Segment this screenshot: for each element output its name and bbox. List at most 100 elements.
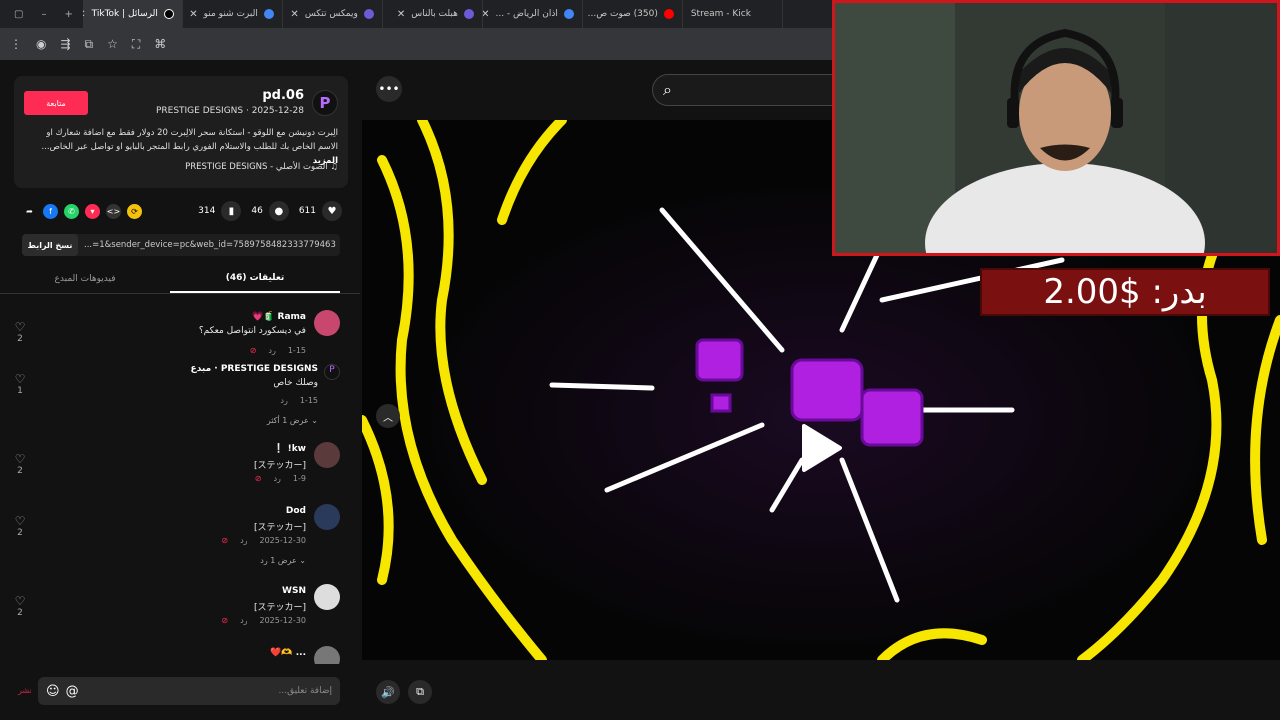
view-more-replies[interactable]: ⌄ عرض 1 أكثر: [267, 416, 318, 425]
comment-author[interactable]: Rama 🧃💗: [252, 312, 306, 322]
embed-icon[interactable]: <>: [106, 204, 121, 219]
post-comment-button[interactable]: نشر: [18, 686, 32, 695]
tab-title: Stream - Kick: [690, 9, 751, 19]
browser-tab[interactable]: Stream - Kick: [683, 0, 783, 28]
comment-like[interactable]: ♡ 1: [12, 372, 28, 396]
play-icon[interactable]: [792, 422, 844, 474]
avatar[interactable]: [314, 442, 340, 468]
copy-link-button[interactable]: نسخ الرابط: [22, 234, 78, 256]
more-options-icon[interactable]: •••: [376, 76, 402, 102]
comment-like-count: 2: [17, 466, 23, 476]
window-controls: ▢ – +: [0, 9, 83, 20]
comment-meta: 1-15 رد ⊘: [250, 346, 306, 355]
avatar[interactable]: [314, 310, 340, 336]
author-avatar[interactable]: P: [312, 90, 338, 116]
comment-author[interactable]: WSN: [282, 586, 306, 596]
music-info[interactable]: ♫ الصوت الأصلي - PRESTIGE DESIGNS: [185, 162, 338, 172]
comment-author[interactable]: kw! ❕: [273, 444, 306, 454]
comment-action[interactable]: ● 46: [251, 201, 289, 221]
browser-tab[interactable]: البرت شنو منو ✕: [183, 0, 283, 28]
close-icon[interactable]: ✕: [83, 9, 86, 20]
comment-like-count: 2: [17, 528, 23, 538]
reply-button[interactable]: رد: [240, 616, 247, 625]
close-icon[interactable]: ✕: [290, 9, 298, 20]
cast-icon[interactable]: ⇶: [60, 37, 70, 51]
tab-title: ويمكس تتكس: [304, 9, 358, 19]
search-icon[interactable]: ⌕: [663, 80, 672, 100]
browser-tab[interactable]: (350) صوت ص... ✕: [583, 0, 683, 28]
heart-outline-icon[interactable]: ♡: [12, 452, 28, 466]
volume-icon[interactable]: 🔊: [376, 680, 400, 704]
browser-tab-tiktok[interactable]: الرسائل | TikTok ✕: [82, 0, 183, 28]
view-more-replies[interactable]: ⌄ عرض 1 رد: [260, 556, 306, 565]
comment-author[interactable]: Dod: [286, 506, 306, 516]
heart-icon[interactable]: ♥: [322, 201, 342, 221]
profile-icon[interactable]: ◉: [36, 37, 46, 51]
comment-meta: 2025-12-30 رد ⊘: [221, 616, 306, 625]
translate-icon[interactable]: ⌘: [154, 37, 166, 51]
like-action[interactable]: ♥ 611: [299, 201, 342, 221]
new-tab-button[interactable]: +: [64, 9, 72, 20]
heart-outline-icon[interactable]: ♡: [12, 514, 28, 528]
comment-like-count: 2: [17, 334, 23, 344]
pip-icon[interactable]: ⧉: [408, 680, 432, 704]
browser-tab[interactable]: هبلت بالناس ✕: [383, 0, 483, 28]
heart-outline-icon[interactable]: ♡: [12, 320, 28, 334]
heart-outline-icon[interactable]: ♡: [12, 372, 28, 386]
comment-author[interactable]: ... 🫶❤️: [270, 648, 306, 658]
close-icon[interactable]: ✕: [483, 9, 490, 20]
post-actions: ♥ 611 ● 46 ▮ 314: [198, 201, 342, 221]
avatar[interactable]: [314, 646, 340, 664]
avatar[interactable]: [314, 584, 340, 610]
comment-date: 1-15: [299, 396, 318, 405]
extensions-icon[interactable]: ⧉: [85, 37, 94, 52]
menu-icon[interactable]: ⋮: [10, 37, 22, 51]
tab-title: اذان الرياض - ...: [495, 9, 558, 19]
bookmark-icon[interactable]: ▮: [221, 201, 242, 221]
comment-like[interactable]: ♡ 2: [12, 594, 28, 618]
reply-button[interactable]: رد: [273, 474, 280, 483]
comment-like[interactable]: ♡ 2: [12, 452, 28, 476]
comment-like[interactable]: ♡ 2: [12, 514, 28, 538]
whatsapp-icon[interactable]: ✆: [64, 204, 79, 219]
comment-input[interactable]: إضافة تعليق... ☺ @: [38, 677, 340, 705]
facebook-icon[interactable]: f: [43, 204, 58, 219]
restore-icon[interactable]: –: [41, 9, 46, 20]
comment-item: Rama 🧃💗 في ديسكورد انتواصل معكم؟ 1-15 رد…: [10, 310, 340, 360]
tiktok-share-icon[interactable]: ▾: [85, 204, 100, 219]
youtube-icon: [663, 9, 674, 19]
reply-button[interactable]: رد: [268, 346, 275, 355]
mention-icon[interactable]: @: [66, 684, 79, 699]
description-text: الِبرت دونيشن مع اللوقو - استكانة سحر ال…: [41, 128, 338, 152]
browser-tab[interactable]: اذان الرياض - ... ✕: [483, 0, 583, 28]
avatar[interactable]: P: [324, 364, 340, 380]
comment-icon[interactable]: ●: [268, 201, 289, 221]
reply-button[interactable]: رد: [280, 396, 287, 405]
comment-date: 2025-12-30: [259, 616, 307, 625]
comment-tabs: تعليقات (46) فيديوهات المبدع: [0, 264, 360, 294]
star-icon[interactable]: ☆: [107, 37, 118, 51]
share-arrow-icon[interactable]: ➦: [22, 204, 37, 219]
avatar[interactable]: [314, 504, 340, 530]
heart-outline-icon[interactable]: ♡: [12, 594, 28, 608]
minimize-icon[interactable]: ▢: [14, 9, 23, 20]
close-icon[interactable]: ✕: [397, 9, 405, 20]
screenshot-icon[interactable]: ⛶: [132, 37, 140, 52]
comment-text: في ديسكورد انتواصل معكم؟: [198, 326, 306, 336]
emoji-icon[interactable]: ☺: [46, 684, 60, 699]
browser-tab[interactable]: ويمكس تتكس ✕: [283, 0, 383, 28]
chevron-up-icon[interactable]: ︿: [376, 404, 400, 428]
follow-button[interactable]: متابعة: [24, 91, 88, 115]
comment-like[interactable]: ♡ 2: [12, 320, 28, 344]
save-action[interactable]: ▮ 314: [198, 201, 242, 221]
reply-button[interactable]: رد: [240, 536, 247, 545]
tab-comments[interactable]: تعليقات (46): [170, 264, 340, 293]
link-url[interactable]: ...=1&sender_device=pc&web_id=7589758482…: [78, 240, 340, 250]
video-controls: 🔊 ⧉: [362, 660, 1280, 720]
repost-icon[interactable]: ⟳: [127, 204, 142, 219]
close-icon[interactable]: ✕: [189, 9, 197, 20]
comment-author[interactable]: PRESTIGE DESIGNS · مبدع: [191, 364, 318, 374]
author-name[interactable]: pd.06: [262, 88, 304, 103]
tab-creator-videos[interactable]: فيديوهات المبدع: [0, 264, 170, 293]
comment-date: 1-9: [292, 474, 306, 483]
